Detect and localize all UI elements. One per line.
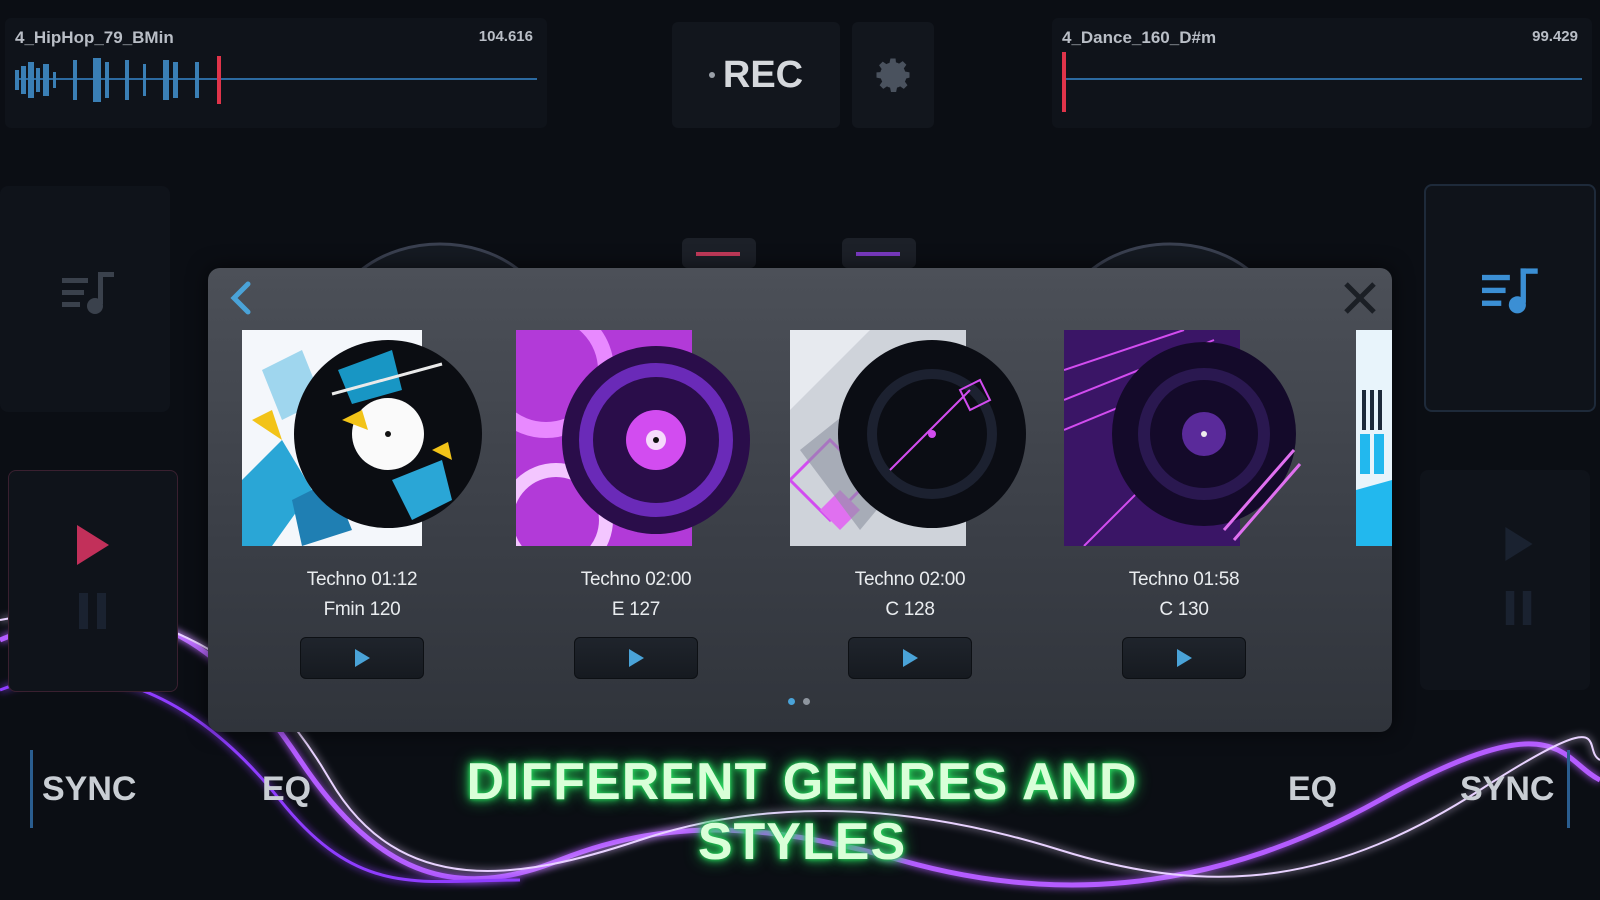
- track-card[interactable]: Techno 02:00 E 127: [478, 302, 756, 679]
- track-key-bpm: E 127: [611, 599, 661, 620]
- record-indicator-icon: [708, 72, 715, 78]
- playlist-icon: [62, 272, 114, 314]
- track-play-button[interactable]: [1122, 637, 1246, 679]
- play-icon: [1177, 649, 1192, 667]
- play-icon: [355, 649, 370, 667]
- settings-button[interactable]: [852, 22, 934, 128]
- track-library-modal: Techno 01:12 Fmin 120 Techno 02:00 E 127: [208, 268, 1392, 732]
- page-dot-1[interactable]: [788, 698, 795, 705]
- left-playlist-panel[interactable]: [0, 186, 170, 412]
- left-eq-button[interactable]: EQ: [262, 770, 311, 809]
- page-indicator: [788, 698, 810, 705]
- play-icon: [629, 649, 644, 667]
- track-play-button[interactable]: [300, 637, 424, 679]
- track-key-bpm: C 128: [885, 599, 935, 620]
- track-key-bpm: C 130: [1159, 599, 1209, 620]
- track-play-button[interactable]: [574, 637, 698, 679]
- right-track-name: 4_Dance_160_D#m: [1062, 28, 1217, 47]
- track-title: Techno 01:12: [306, 569, 418, 590]
- left-track-name: 4_HipHop_79_BMin: [15, 28, 174, 47]
- track-title: Techno 02:00: [854, 569, 966, 590]
- page-dot-2[interactable]: [803, 698, 810, 705]
- album-cover: [478, 302, 750, 577]
- back-chevron-icon[interactable]: [222, 278, 262, 318]
- record-label: REC: [722, 53, 804, 96]
- gear-icon: [876, 58, 910, 93]
- album-cover: [242, 330, 482, 546]
- play-icon[interactable]: [1502, 522, 1536, 566]
- pause-icon[interactable]: [75, 591, 111, 631]
- play-icon[interactable]: [73, 521, 113, 569]
- track-card[interactable]: Techno 02:00 C 128: [787, 330, 1030, 679]
- album-cover: [1063, 329, 1302, 547]
- playlist-icon: [1482, 268, 1538, 314]
- album-cover: [787, 330, 1026, 546]
- right-eq-button[interactable]: EQ: [1288, 770, 1337, 809]
- right-track-bpm: 99.429: [1532, 28, 1578, 45]
- left-transport-panel[interactable]: [8, 470, 178, 692]
- track-card[interactable]: Techno 01:12 Fmin 120: [242, 330, 482, 679]
- left-deck-waveform[interactable]: 4_HipHop_79_BMin 104.616: [5, 18, 547, 128]
- right-sync-indicator: [1567, 750, 1570, 828]
- close-icon[interactable]: [1340, 278, 1380, 318]
- left-waveform-peaks: [15, 56, 221, 104]
- record-button[interactable]: REC: [672, 22, 840, 128]
- right-transport-panel[interactable]: [1420, 470, 1590, 690]
- play-icon: [903, 649, 918, 667]
- promo-headline: DIFFERENT GENRES AND STYLES: [466, 753, 1138, 871]
- right-wave-baseline: [1062, 78, 1582, 80]
- track-title: Techno 01:58: [1128, 569, 1240, 590]
- left-sync-indicator: [30, 750, 33, 828]
- right-deck-waveform[interactable]: 4_Dance_160_D#m 99.429: [1052, 18, 1592, 128]
- track-play-button[interactable]: [848, 637, 972, 679]
- right-playlist-panel[interactable]: [1424, 184, 1596, 412]
- track-card[interactable]: Techno 01:58 C 130: [1063, 329, 1304, 679]
- right-playhead-marker: [1062, 52, 1066, 112]
- next-album-cover-peek[interactable]: [1356, 330, 1392, 546]
- track-title: Techno 02:00: [580, 569, 692, 590]
- track-key-bpm: Fmin 120: [323, 599, 401, 620]
- left-track-bpm: 104.616: [478, 28, 533, 45]
- left-sync-button[interactable]: SYNC: [42, 770, 136, 809]
- right-sync-button[interactable]: SYNC: [1460, 770, 1554, 809]
- pause-icon[interactable]: [1502, 588, 1536, 628]
